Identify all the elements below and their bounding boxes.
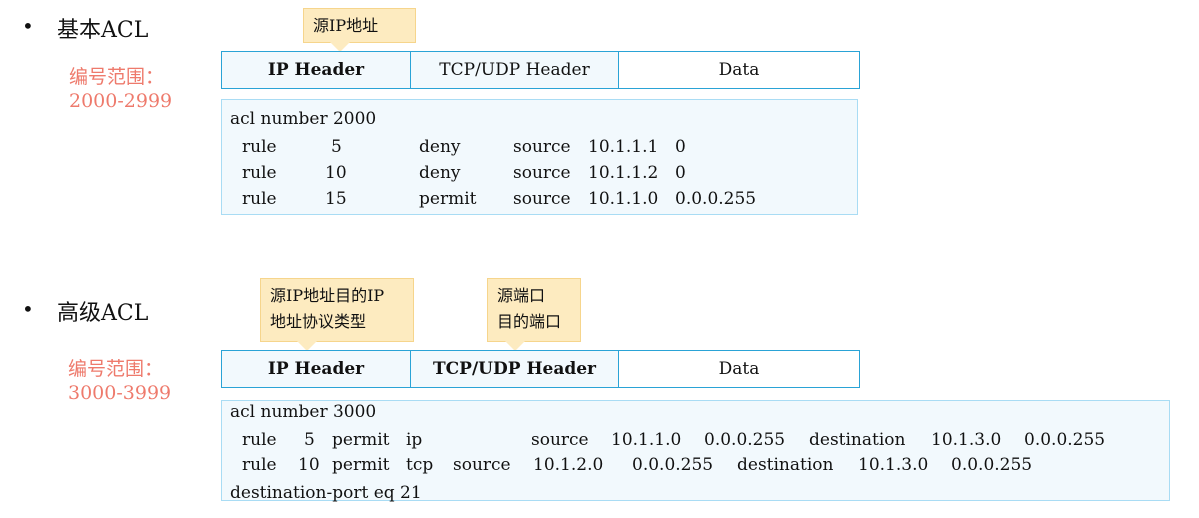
code-title: acl number 3000	[230, 402, 377, 422]
packet-header-row: IP Header TCP/UDP Header Data	[221, 51, 860, 89]
rule-source-kw: source	[531, 430, 589, 450]
rule-kw: rule	[242, 430, 277, 450]
rule-src-wildcard: 0.0.0.255	[704, 430, 786, 450]
rule-wildcard: 0	[675, 137, 686, 157]
code-title: acl number 2000	[230, 109, 377, 129]
tcp-udp-header-cell: TCP/UDP Header	[411, 52, 619, 88]
rule-dst-address: 10.1.3.0	[931, 430, 1002, 450]
acl-config-advanced: acl number 3000 rule 5 permit ip source …	[221, 400, 1170, 503]
rule-source-kw: source	[513, 137, 571, 157]
rule-id: 5	[304, 430, 315, 450]
callout-text: 源IP地址	[313, 16, 379, 35]
rule-action: permit	[419, 189, 477, 209]
callout-source-ip: 源IP地址	[303, 8, 416, 52]
rule-kw: rule	[242, 163, 277, 183]
rule-src-wildcard: 0.0.0.255	[632, 455, 714, 475]
bullet: •	[22, 14, 34, 38]
rule-wildcard: 0.0.0.255	[675, 189, 757, 209]
rule-action: deny	[419, 137, 461, 157]
rule-id: 15	[325, 189, 347, 209]
rule-destination-kw: destination	[809, 430, 906, 450]
rule-protocol: ip	[406, 430, 423, 450]
ip-header-cell: IP Header	[222, 52, 411, 88]
rule-id: 10	[298, 455, 320, 475]
range-value: 3000-3999	[68, 382, 172, 404]
rule-dst-wildcard: 0.0.0.255	[951, 455, 1033, 475]
data-cell: Data	[619, 52, 859, 88]
rule-protocol: tcp	[406, 455, 434, 475]
rule-kw: rule	[242, 189, 277, 209]
rule-dst-address: 10.1.3.0	[858, 455, 929, 475]
rule-kw: rule	[242, 455, 277, 475]
tcp-udp-header-cell: TCP/UDP Header	[411, 351, 619, 387]
rule-address: 10.1.1.0	[588, 189, 659, 209]
range-label: 编号范围：	[69, 66, 165, 88]
callout-line: 地址协议类型	[270, 312, 367, 331]
data-cell: Data	[619, 351, 859, 387]
section-title-advanced-acl: 高级ACL	[57, 301, 149, 326]
rule-source-kw: source	[513, 189, 571, 209]
rule-dst-wildcard: 0.0.0.255	[1024, 430, 1106, 450]
ip-header-cell: IP Header	[222, 351, 411, 387]
rule-src-address: 10.1.2.0	[533, 455, 604, 475]
rule-wildcard: 0	[675, 163, 686, 183]
acl-config-basic: acl number 2000 rule 5 deny source 10.1.…	[221, 99, 858, 215]
rule-id: 5	[331, 137, 342, 157]
rule-address: 10.1.1.1	[588, 137, 659, 157]
rule-action: permit	[332, 455, 390, 475]
callout-ip-fields: 源IP地址目的IP 地址协议类型	[260, 278, 414, 351]
packet-header-row: IP Header TCP/UDP Header Data	[221, 350, 860, 388]
rule-action: permit	[332, 430, 390, 450]
callout-line: 目的端口	[497, 312, 562, 331]
code-tail: destination-port eq 21	[230, 483, 422, 503]
rule-address: 10.1.1.2	[588, 163, 659, 183]
callout-port-fields: 源端口 目的端口	[487, 278, 581, 351]
range-value: 2000-2999	[69, 90, 173, 112]
rule-id: 10	[325, 163, 347, 183]
rule-action: deny	[419, 163, 461, 183]
range-label: 编号范围：	[68, 358, 164, 380]
rule-source-kw: source	[453, 455, 511, 475]
section-title-basic-acl: 基本ACL	[57, 18, 149, 43]
rule-source-kw: source	[513, 163, 571, 183]
bullet: •	[22, 297, 34, 321]
callout-line: 源端口	[497, 286, 546, 305]
rule-destination-kw: destination	[737, 455, 834, 475]
rule-src-address: 10.1.1.0	[611, 430, 682, 450]
callout-line: 源IP地址目的IP	[270, 286, 385, 305]
rule-kw: rule	[242, 137, 277, 157]
